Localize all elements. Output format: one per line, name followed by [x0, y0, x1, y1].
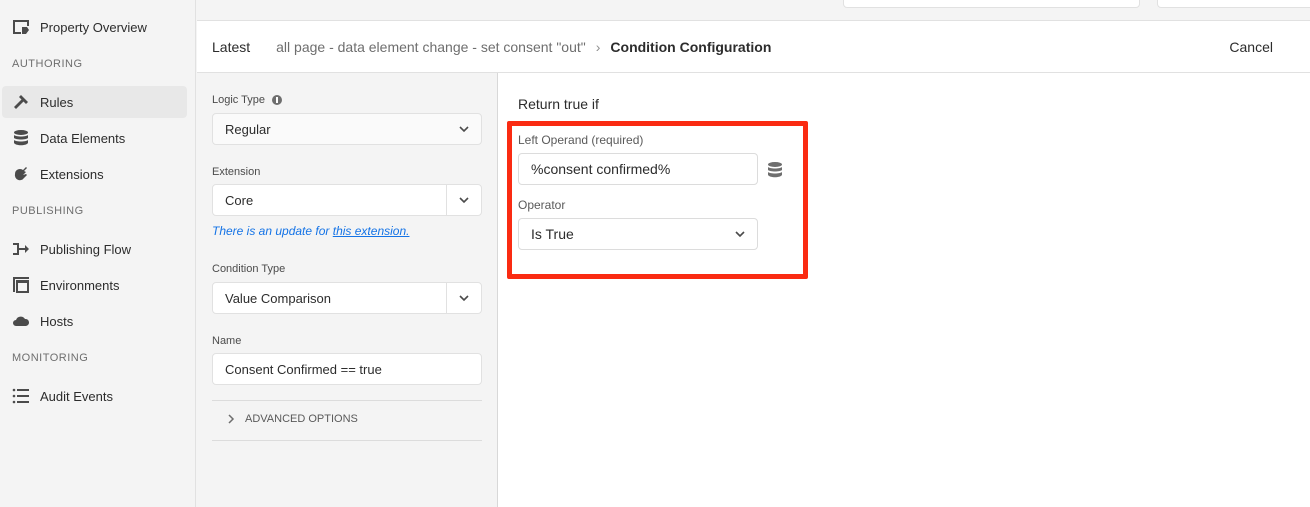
condition-type-select[interactable]: Value Comparison — [212, 282, 482, 314]
condition-settings-panel: Logic Type Regular Extension Core There … — [197, 73, 498, 507]
sidebar-item-data-elements[interactable]: Data Elements — [2, 122, 187, 154]
name-value: Consent Confirmed == true — [225, 361, 382, 377]
sidebar-item-publishing-flow[interactable]: Publishing Flow — [2, 233, 187, 265]
sidebar-item-label: Publishing Flow — [40, 241, 132, 257]
section-monitoring: MONITORING — [12, 352, 89, 364]
breadcrumb-header: Latest all page - data element change - … — [197, 20, 1310, 73]
left-operand-value: %consent confirmed% — [531, 161, 671, 177]
section-publishing: PUBLISHING — [12, 205, 84, 217]
sidebar-item-property-overview[interactable]: Property Overview — [2, 11, 187, 43]
chevron-down-icon — [446, 114, 481, 144]
info-icon[interactable] — [272, 95, 283, 105]
breadcrumb-rule[interactable]: all page - data element change - set con… — [276, 39, 586, 55]
return-true-if-heading: Return true if — [518, 96, 599, 112]
rules-icon — [14, 95, 28, 109]
extension-select[interactable]: Core — [212, 184, 482, 216]
update-note-text: There is an update for — [212, 224, 333, 238]
sidebar-item-label: Hosts — [40, 313, 74, 329]
extension-value: Core — [225, 192, 254, 208]
breadcrumb-latest[interactable]: Latest — [212, 39, 250, 55]
sidebar-item-label: Property Overview — [40, 19, 147, 35]
hosts-icon — [13, 316, 30, 326]
operator-select[interactable]: Is True — [518, 218, 758, 250]
sidebar-item-label: Extensions — [40, 166, 104, 182]
divider — [212, 440, 482, 441]
advanced-options-toggle[interactable]: ADVANCED OPTIONS — [227, 413, 358, 425]
top-field[interactable] — [1157, 0, 1310, 8]
operator-value: Is True — [531, 226, 574, 242]
top-strip — [197, 0, 1310, 20]
condition-configuration-main: Return true if Left Operand (required) %… — [498, 73, 1310, 507]
chevron-right-icon — [228, 414, 235, 424]
page-title: Condition Configuration — [610, 38, 772, 55]
left-operand-input[interactable]: %consent confirmed% — [518, 153, 758, 185]
publishing-flow-icon — [13, 243, 29, 255]
left-operand-label: Left Operand (required) — [518, 133, 644, 147]
sidebar-item-environments[interactable]: Environments — [2, 269, 187, 301]
advanced-options-label: ADVANCED OPTIONS — [245, 413, 358, 425]
extensions-icon — [14, 167, 27, 181]
audit-events-icon — [12, 388, 29, 404]
logic-type-value: Regular — [225, 121, 271, 137]
property-overview-icon — [13, 20, 29, 34]
chevron-down-icon[interactable] — [446, 185, 481, 215]
name-label: Name — [212, 335, 242, 347]
sidebar-item-hosts[interactable]: Hosts — [2, 305, 187, 337]
breadcrumb-separator: › — [595, 38, 601, 55]
condition-type-label: Condition Type — [212, 263, 286, 275]
divider — [212, 400, 482, 401]
sidebar-item-rules[interactable]: Rules — [2, 86, 187, 118]
logic-type-label: Logic Type — [212, 94, 283, 106]
chevron-down-icon[interactable] — [446, 283, 481, 313]
sidebar-item-label: Data Elements — [40, 130, 126, 146]
top-search-field[interactable] — [843, 0, 1140, 8]
data-elements-icon — [14, 130, 28, 146]
section-authoring: AUTHORING — [12, 58, 83, 70]
logic-type-select[interactable]: Regular — [212, 113, 482, 145]
chevron-down-icon — [722, 219, 757, 249]
sidebar-item-audit-events[interactable]: Audit Events — [2, 380, 187, 412]
operator-label: Operator — [518, 198, 566, 212]
update-note: There is an update for this extension. — [212, 224, 409, 238]
data-element-picker-icon[interactable] — [766, 161, 784, 179]
sidebar-item-label: Environments — [40, 277, 120, 293]
cancel-button[interactable]: Cancel — [1229, 39, 1273, 55]
extension-label: Extension — [212, 166, 261, 178]
sidebar: Property Overview AUTHORING Rules Data E… — [0, 0, 196, 507]
name-input[interactable]: Consent Confirmed == true — [212, 353, 482, 385]
extension-update-link[interactable]: this extension. — [333, 224, 410, 238]
logic-type-label-text: Logic Type — [212, 94, 266, 106]
condition-type-value: Value Comparison — [225, 290, 331, 306]
sidebar-item-extensions[interactable]: Extensions — [2, 158, 187, 190]
sidebar-item-label: Audit Events — [40, 388, 113, 404]
sidebar-item-label: Rules — [40, 94, 74, 110]
environments-icon — [13, 277, 29, 293]
